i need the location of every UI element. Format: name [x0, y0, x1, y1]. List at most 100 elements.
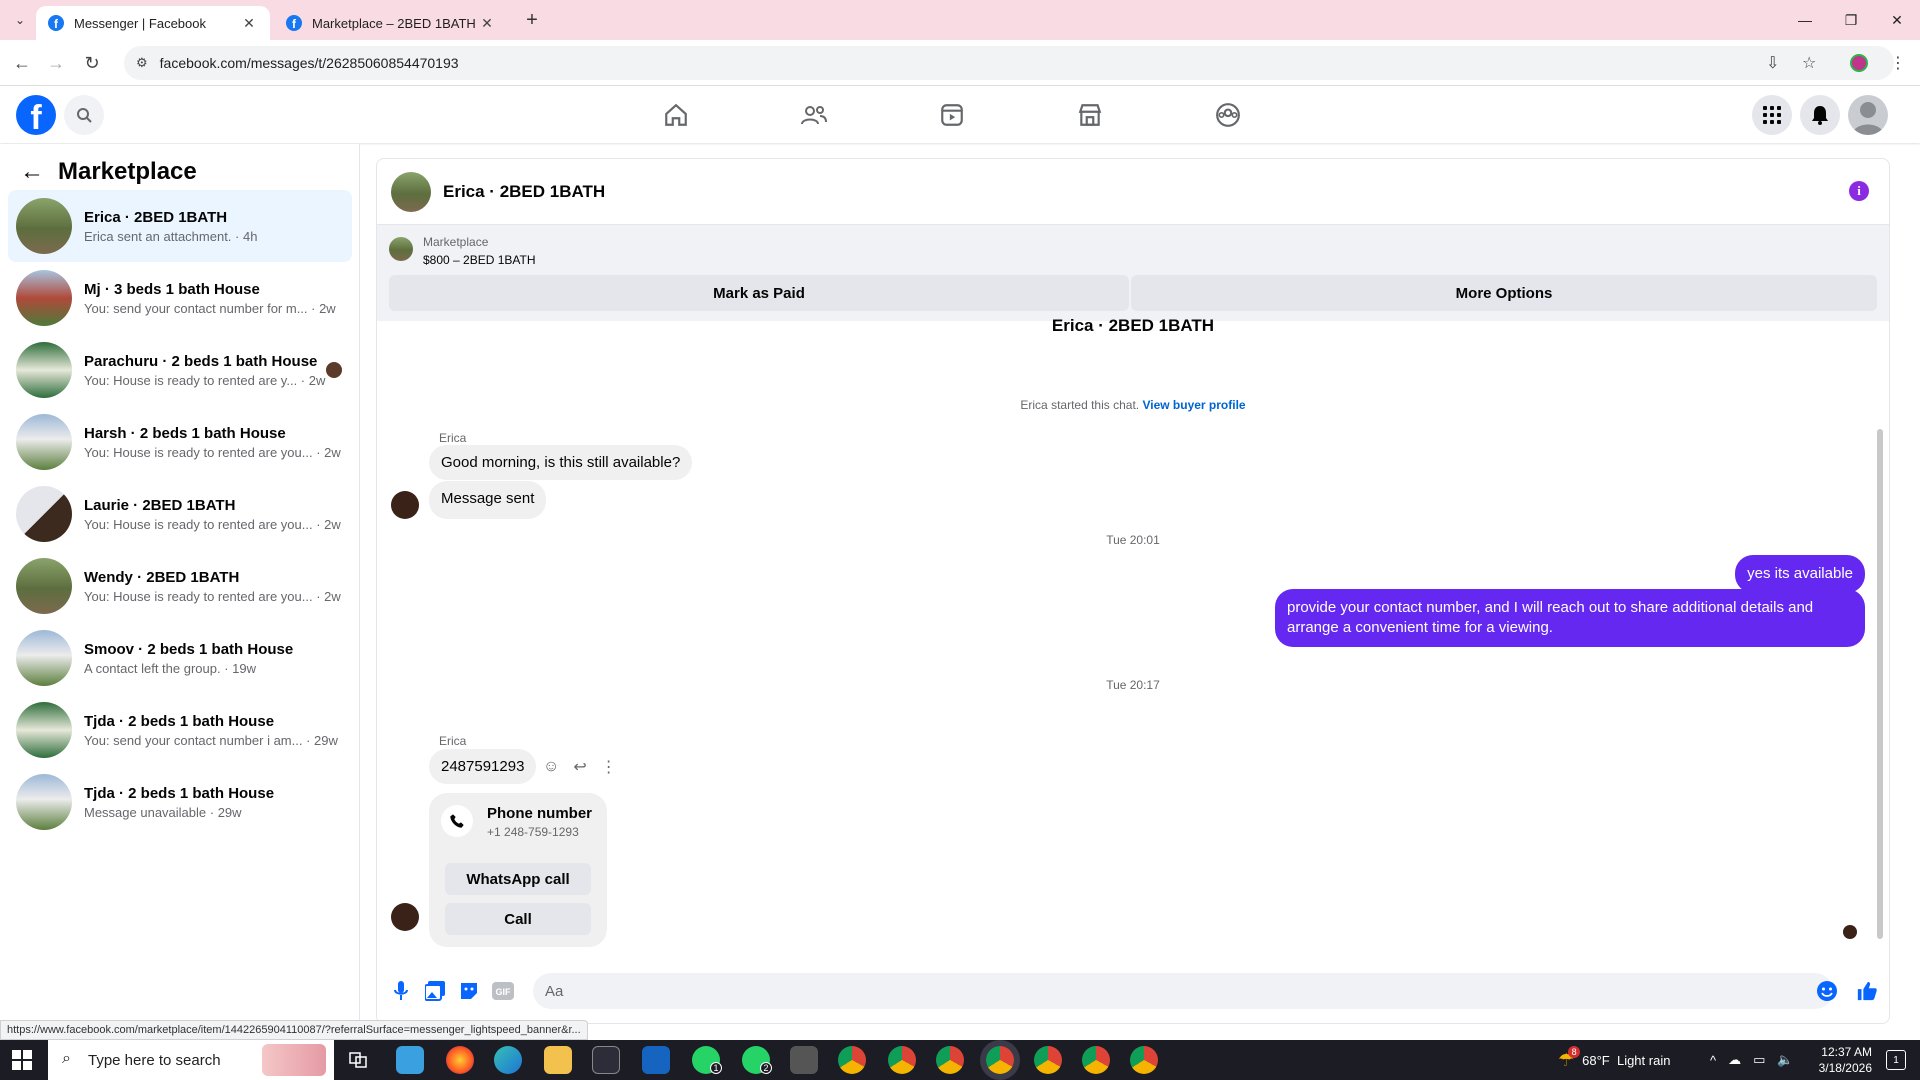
- back-arrow-icon[interactable]: ←: [20, 158, 44, 186]
- task-view-icon[interactable]: [344, 1046, 372, 1074]
- close-tab-icon[interactable]: ✕: [478, 15, 496, 32]
- chrome-app-icon[interactable]: [936, 1046, 964, 1074]
- phone-number-card: Phone number +1 248-759-1293 WhatsApp ca…: [429, 793, 607, 947]
- edge-app-icon[interactable]: [494, 1046, 522, 1074]
- sender-avatar[interactable]: [391, 491, 419, 519]
- windows-start-icon[interactable]: [12, 1050, 32, 1070]
- sticker-icon[interactable]: [457, 979, 481, 1003]
- back-icon[interactable]: ←: [8, 49, 36, 77]
- message-list[interactable]: Erica · 2BED 1BATH Erica started this ch…: [377, 316, 1889, 951]
- view-buyer-profile-link[interactable]: View buyer profile: [1142, 398, 1245, 412]
- chrome-app-icon[interactable]: [1082, 1046, 1110, 1074]
- conversation-item[interactable]: Wendy · 2BED 1BATH You: House is ready to…: [8, 550, 352, 622]
- conversation-name: Erica · 2BED 1BATH: [84, 208, 228, 226]
- video-icon[interactable]: [934, 97, 970, 133]
- close-tab-icon[interactable]: ✕: [240, 15, 258, 32]
- profile-icon[interactable]: [1850, 46, 1868, 80]
- weather-text: 68°F Light rain: [1582, 1052, 1671, 1068]
- incoming-message[interactable]: 2487591293: [429, 749, 537, 784]
- menu-grid-icon[interactable]: [1752, 95, 1792, 135]
- reload-icon[interactable]: ↻: [78, 49, 106, 77]
- conversation-item[interactable]: Smoov · 2 beds 1 bath House A contact lef…: [8, 622, 352, 694]
- install-app-icon[interactable]: ⇩: [1766, 46, 1779, 80]
- react-emoji-icon[interactable]: ☺: [543, 758, 559, 776]
- taskbar-clock[interactable]: 12:37 AM 3/18/2026: [1819, 1044, 1872, 1076]
- conversation-item[interactable]: Harsh · 2 beds 1 bath House You: House is…: [8, 406, 352, 478]
- taskbar-search-box[interactable]: ⌕ Type here to search: [48, 1040, 334, 1080]
- marketplace-icon[interactable]: [1072, 97, 1108, 133]
- microphone-icon[interactable]: [389, 979, 413, 1003]
- chat-avatar[interactable]: [391, 171, 431, 212]
- more-options-button[interactable]: More Options: [1131, 275, 1877, 311]
- bookmark-star-icon[interactable]: ☆: [1802, 46, 1816, 80]
- notepad-app-icon[interactable]: [396, 1046, 424, 1074]
- listing-title[interactable]: $800 – 2BED 1BATH: [423, 253, 536, 267]
- notifications-bell-icon[interactable]: [1800, 95, 1840, 135]
- conversation-item[interactable]: Tjda · 2 beds 1 bath House You: send your…: [8, 694, 352, 766]
- new-tab-button[interactable]: +: [520, 8, 544, 32]
- message-input[interactable]: [533, 973, 1833, 1009]
- chrome-app-icon[interactable]: [838, 1046, 866, 1074]
- address-bar[interactable]: ⚙ facebook.com/messages/t/26285060854470…: [124, 46, 1894, 80]
- conversation-item[interactable]: Laurie · 2BED 1BATH You: House is ready t…: [8, 478, 352, 550]
- conversation-snippet: You: House is ready to rented are you...…: [84, 588, 341, 604]
- photo-icon[interactable]: [423, 979, 447, 1003]
- mark-as-paid-button[interactable]: Mark as Paid: [389, 275, 1129, 311]
- sender-avatar[interactable]: [391, 903, 419, 931]
- facebook-logo-icon[interactable]: f: [16, 95, 56, 135]
- browser-tab-marketplace[interactable]: f Marketplace – 2BED 1BATH | Fa ✕: [274, 6, 508, 40]
- conversation-snippet: A contact left the group. · 19w: [84, 660, 256, 676]
- notification-center-icon[interactable]: 1: [1886, 1050, 1906, 1070]
- forward-icon[interactable]: →: [42, 49, 70, 77]
- chrome-app-icon[interactable]: [1034, 1046, 1062, 1074]
- friends-icon[interactable]: [796, 97, 832, 133]
- listing-thumbnail[interactable]: [389, 237, 413, 261]
- incoming-message[interactable]: Message sent: [429, 481, 547, 519]
- reply-icon[interactable]: ↩: [573, 757, 586, 777]
- info-icon[interactable]: i: [1849, 181, 1869, 201]
- chat-panel: Erica · 2BED 1BATH i Marketplace $800 – …: [376, 158, 1890, 1024]
- restore-icon[interactable]: ❐: [1828, 0, 1874, 40]
- account-avatar[interactable]: [1848, 95, 1888, 135]
- outlook-app-icon[interactable]: [642, 1046, 670, 1074]
- chat-scrollbar[interactable]: [1877, 429, 1883, 939]
- listing-thumbnail: [16, 342, 72, 398]
- onedrive-icon[interactable]: ☁: [1728, 1052, 1741, 1068]
- conversation-item[interactable]: Tjda · 2 beds 1 bath House Message unavai…: [8, 766, 352, 838]
- firefox-app-icon[interactable]: [446, 1046, 474, 1074]
- search-icon[interactable]: [64, 95, 104, 135]
- conversation-item[interactable]: Erica · 2BED 1BATH Erica sent an attachme…: [8, 190, 352, 262]
- groups-icon[interactable]: [1210, 97, 1246, 133]
- outgoing-message[interactable]: yes its available: [1735, 555, 1865, 593]
- chrome-app-icon[interactable]: [888, 1046, 916, 1074]
- home-icon[interactable]: [658, 97, 694, 133]
- site-settings-icon[interactable]: ⚙: [136, 55, 148, 71]
- more-actions-icon[interactable]: ⋮: [601, 757, 617, 777]
- microsoft-store-icon[interactable]: [592, 1046, 620, 1074]
- chrome-app-icon-active[interactable]: [986, 1046, 1014, 1074]
- emoji-icon[interactable]: [1815, 979, 1839, 1003]
- chrome-app-icon[interactable]: [1130, 1046, 1158, 1074]
- weather-widget[interactable]: ☂ 8 68°F Light rain: [1558, 1040, 1670, 1080]
- minimize-icon[interactable]: —: [1782, 0, 1828, 40]
- network-icon[interactable]: ▭: [1753, 1052, 1765, 1068]
- file-explorer-icon[interactable]: [544, 1046, 572, 1074]
- chrome-menu-icon[interactable]: ⋮: [1890, 46, 1906, 80]
- volume-icon[interactable]: 🔈: [1777, 1052, 1793, 1068]
- chat-title[interactable]: Erica · 2BED 1BATH: [443, 182, 605, 202]
- outgoing-message[interactable]: provide your contact number, and I will …: [1275, 589, 1865, 647]
- conversation-item[interactable]: Parachuru · 2 beds 1 bath House You: Hous…: [8, 334, 352, 406]
- close-window-icon[interactable]: ✕: [1874, 0, 1920, 40]
- facebook-favicon-icon: f: [48, 15, 64, 31]
- conversation-item[interactable]: Mj · 3 beds 1 bath House You: send your c…: [8, 262, 352, 334]
- app-icon[interactable]: [790, 1046, 818, 1074]
- incoming-message[interactable]: Good morning, is this still available?: [429, 445, 693, 480]
- tray-chevron-icon[interactable]: ^: [1710, 1053, 1716, 1068]
- gif-icon[interactable]: GIF: [491, 979, 515, 1003]
- conversation-snippet: You: send your contact number for m... ·…: [84, 300, 336, 316]
- whatsapp-call-button[interactable]: WhatsApp call: [445, 863, 591, 895]
- tab-search-icon[interactable]: ⌄: [8, 8, 32, 32]
- call-button[interactable]: Call: [445, 903, 591, 935]
- like-thumbs-up-icon[interactable]: [1855, 979, 1879, 1003]
- browser-tab-messenger[interactable]: f Messenger | Facebook ✕: [36, 6, 270, 40]
